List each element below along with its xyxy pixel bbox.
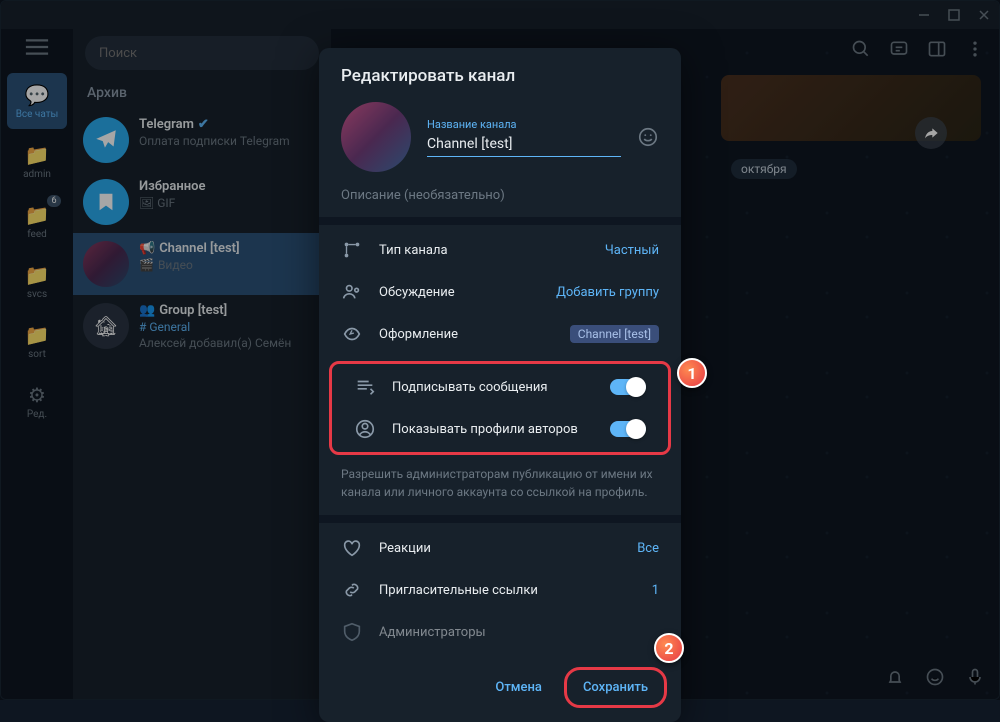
cancel-button[interactable]: Отмена [481, 672, 556, 703]
callout-2: 2 [654, 633, 684, 663]
type-icon [341, 239, 363, 261]
setting-reactions[interactable]: Реакции Все [319, 527, 681, 569]
toggle-show-profiles[interactable] [610, 421, 646, 437]
channel-name-input[interactable] [427, 134, 621, 157]
setting-label: Реакции [379, 541, 621, 556]
setting-discussion[interactable]: Обсуждение Добавить группу [319, 271, 681, 313]
appearance-badge: Channel [test] [570, 325, 659, 343]
setting-invite-links[interactable]: Пригласительные ссылки 1 [319, 569, 681, 611]
divider [319, 217, 681, 225]
save-button[interactable]: Сохранить [569, 672, 662, 703]
setting-value: Частный [605, 243, 659, 258]
setting-appearance[interactable]: Оформление Channel [test] [319, 313, 681, 355]
divider [319, 515, 681, 523]
admin-icon [341, 621, 363, 643]
help-text: Разрешить администраторам публикацию от … [319, 457, 681, 515]
appearance-icon [341, 323, 363, 345]
reactions-icon [341, 537, 363, 559]
setting-admins[interactable]: Администраторы [319, 611, 681, 653]
setting-sign-messages[interactable]: Подписывать сообщения [332, 366, 668, 408]
setting-show-profiles[interactable]: Показывать профили авторов [332, 408, 668, 450]
edit-channel-modal: Редактировать канал Название канала Опис… [319, 48, 681, 722]
highlight-annotation: Подписывать сообщения Показывать профили… [329, 361, 671, 455]
setting-value: 1 [652, 583, 659, 598]
setting-label: Администраторы [379, 625, 659, 640]
channel-avatar[interactable] [341, 102, 411, 172]
setting-label: Обсуждение [379, 285, 540, 300]
toggle-sign-messages[interactable] [610, 379, 646, 395]
emoji-picker-button[interactable] [637, 126, 659, 148]
setting-channel-type[interactable]: Тип канала Частный [319, 229, 681, 271]
discussion-icon [341, 281, 363, 303]
link-icon [341, 579, 363, 601]
setting-label: Подписывать сообщения [392, 380, 594, 395]
description-field[interactable]: Описание (необязательно) [319, 188, 681, 217]
setting-value: Все [637, 541, 659, 556]
callout-1: 1 [677, 358, 707, 388]
setting-label: Показывать профили авторов [392, 422, 594, 437]
setting-label: Оформление [379, 327, 554, 342]
setting-label: Тип канала [379, 243, 589, 258]
sign-icon [354, 376, 376, 398]
setting-value: Добавить группу [556, 285, 659, 300]
profile-icon [354, 418, 376, 440]
modal-backdrop: Редактировать канал Название канала Опис… [0, 0, 1000, 700]
setting-label: Пригласительные ссылки [379, 583, 636, 598]
channel-name-label: Название канала [427, 118, 621, 131]
modal-title: Редактировать канал [319, 48, 681, 96]
save-highlight: Сохранить [564, 667, 667, 708]
